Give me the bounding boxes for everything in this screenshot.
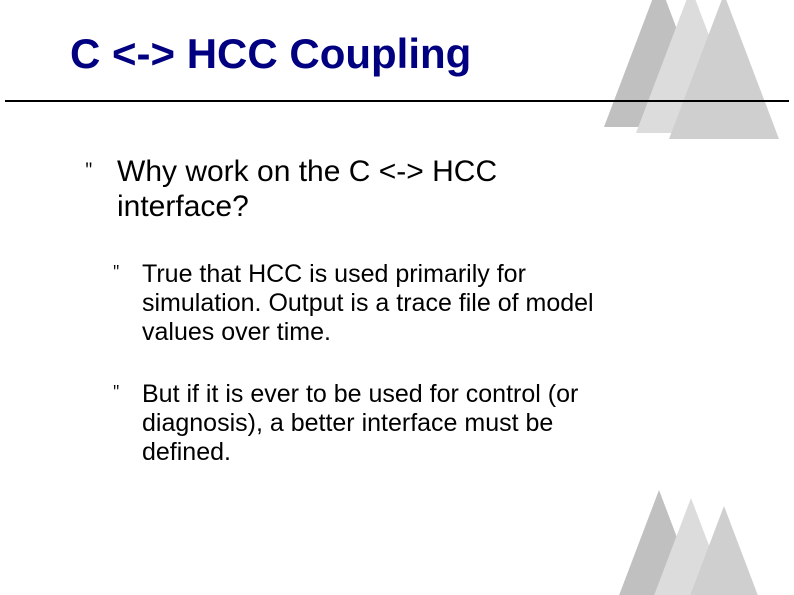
bullet-main: " Why work on the C <-> HCC interface?: [92, 155, 612, 224]
slide: C <-> HCC Coupling " Why work on the C <…: [0, 0, 794, 595]
bullet-marker-icon: ": [84, 161, 94, 179]
bullet-sub: " True that HCC is used primarily for si…: [112, 260, 622, 346]
bullet-sub-text: True that HCC is used primarily for simu…: [142, 260, 622, 346]
bullet-sub: " But if it is ever to be used for contr…: [112, 380, 622, 466]
bullet-marker-icon: ": [112, 264, 120, 280]
triangle-decoration: [669, 506, 779, 595]
slide-title: C <-> HCC Coupling: [70, 30, 471, 78]
bullet-main-text: Why work on the C <-> HCC interface?: [117, 155, 612, 224]
title-underline: [5, 100, 789, 102]
bullet-sub-text: But if it is ever to be used for control…: [142, 380, 622, 466]
triangle-decoration: [669, 0, 779, 139]
bullet-marker-icon: ": [112, 384, 120, 400]
